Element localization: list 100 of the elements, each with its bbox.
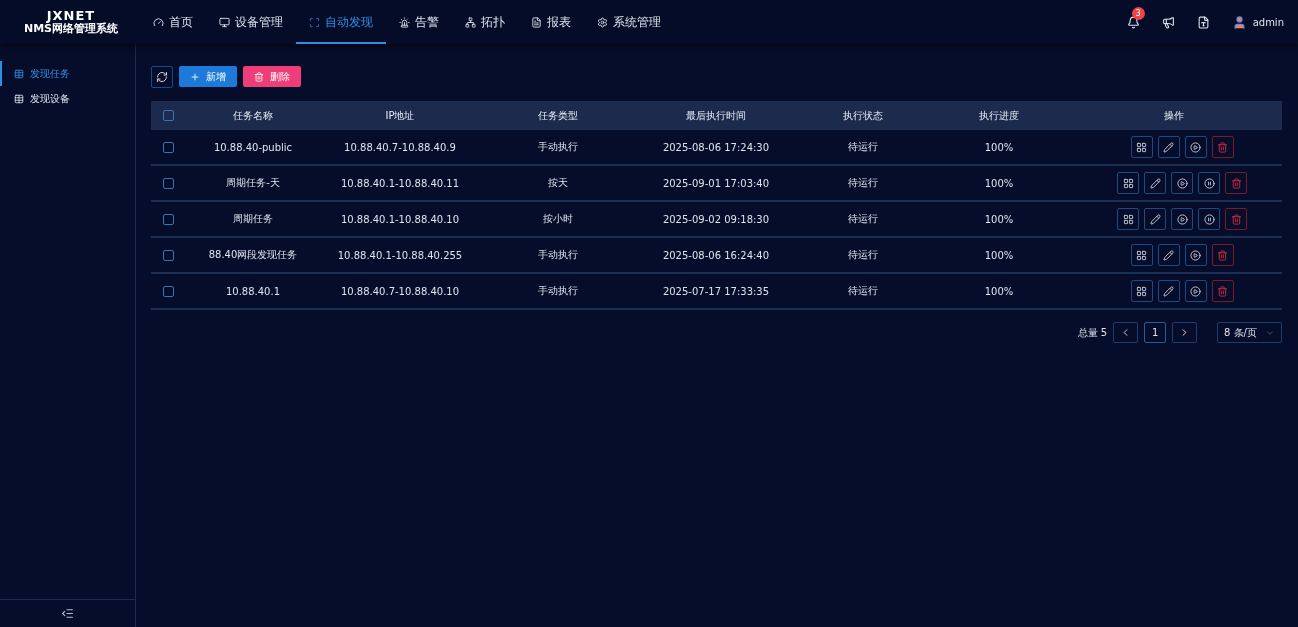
pause-icon [1203,177,1215,189]
page-size-select[interactable]: 8 条/页 [1217,322,1282,343]
pause-button[interactable] [1198,208,1220,230]
table-cell-text: 手动执行 [537,248,579,262]
row-checkbox[interactable] [162,141,174,153]
table-cell-text: 100% [983,249,1015,261]
grid-button[interactable] [1130,244,1153,266]
nav-tab[interactable]: 拓扑 [452,0,518,44]
edit-button[interactable] [1144,208,1166,230]
table-cell-text: 100% [983,213,1015,225]
scan-icon [309,16,320,28]
table-cell-text: 2025-09-02 09:18:30 [661,213,771,225]
nav-tab[interactable]: 系统管理 [584,0,674,44]
table-cell-text: 待运行 [847,284,879,298]
table-cell-text: 按小时 [542,212,574,226]
pencil-icon [1149,213,1161,225]
edit-button[interactable] [1144,172,1166,194]
table-cell-text: 10.88.40.7-10.88.40.10 [339,285,461,297]
column-header: 操作 [1163,108,1185,123]
delete-button[interactable] [1211,280,1234,302]
table-cell-text: 待运行 [847,248,879,262]
select-all-checkbox[interactable] [162,110,174,121]
settings-icon [597,16,608,28]
delete-button[interactable] [1225,172,1247,194]
run-button[interactable] [1171,208,1193,230]
row-checkbox[interactable] [162,249,174,261]
table-cell-text: 手动执行 [537,284,579,298]
table-cell-text: 按天 [547,176,569,190]
refresh-button[interactable] [151,66,173,88]
edit-button[interactable] [1157,136,1180,158]
network-icon [465,16,476,28]
trash-icon [254,71,264,82]
grid-icon [1136,249,1147,261]
column-header: 执行状态 [842,108,884,123]
megaphone-icon[interactable] [1161,15,1175,29]
user-name[interactable]: admin [1252,16,1284,28]
logo-title: JXNET [46,8,96,22]
table-cell-text: 10.88.40.7-10.88.40.9 [343,141,457,153]
table-cell-text: 88.40网段发现任务 [207,248,299,262]
grid-icon [1136,141,1147,153]
edit-button[interactable] [1157,244,1180,266]
nav-tab[interactable]: 报表 [518,0,584,44]
sidebar-item[interactable]: 发现任务 [0,61,135,86]
trash-icon [1217,285,1228,297]
collapse-icon[interactable] [61,607,74,620]
table-cell-text: 2025-09-01 17:03:40 [661,177,771,189]
pencil-icon [1163,285,1174,297]
column-header: 执行进度 [978,108,1020,123]
sidebar-item[interactable]: 发现设备 [0,86,135,111]
run-button[interactable] [1184,244,1207,266]
pencil-icon [1163,249,1174,261]
grid-button[interactable] [1117,172,1139,194]
pause-button[interactable] [1198,172,1220,194]
add-button[interactable]: 新增 [179,66,237,87]
user-avatar-icon [1231,14,1247,30]
run-button[interactable] [1171,172,1193,194]
row-checkbox[interactable] [162,285,174,297]
monitor-icon [219,16,230,28]
grid-icon [1136,285,1147,297]
delete-button[interactable] [1225,208,1247,230]
trash-icon [1217,141,1228,153]
nav-tab[interactable]: 自动发现 [296,0,386,44]
edit-button[interactable] [1157,280,1180,302]
row-checkbox[interactable] [162,213,174,225]
delete-button[interactable]: 删除 [243,66,301,87]
nav-tab[interactable]: 告警 [386,0,452,44]
total-count: 总量 5 [1077,325,1108,340]
table-cell-text: 2025-08-06 17:24:30 [661,141,771,153]
delete-button[interactable] [1211,244,1234,266]
grid-button[interactable] [1130,280,1153,302]
pencil-icon [1149,177,1161,189]
table-cell-text: 手动执行 [537,140,579,154]
row-checkbox[interactable] [162,177,174,189]
page-button[interactable]: 1 [1144,322,1167,343]
trash-icon [1230,213,1242,225]
run-button[interactable] [1184,136,1207,158]
table-cell-text: 2025-08-06 16:24:40 [661,249,771,261]
document-icon [531,16,542,28]
delete-button[interactable] [1211,136,1234,158]
refresh-icon [156,71,168,83]
play-icon [1190,285,1201,297]
grid-icon [1122,177,1134,189]
run-button[interactable] [1184,280,1207,302]
trash-icon [1217,249,1228,261]
table-icon [14,68,24,79]
play-icon [1190,141,1201,153]
nav-tab[interactable]: 设备管理 [206,0,296,44]
grid-button[interactable] [1117,208,1139,230]
gauge-icon [153,16,164,28]
nav-tab[interactable]: 首页 [140,0,206,44]
column-header: 任务名称 [232,108,274,123]
pause-icon [1203,213,1215,225]
bell-icon[interactable] [1126,15,1140,29]
pencil-icon [1163,141,1174,153]
grid-button[interactable] [1130,136,1153,158]
trash-icon [1230,177,1242,189]
table-cell-text: 10.88.40.1 [224,285,282,297]
table-cell-text: 100% [983,141,1015,153]
document-icon[interactable] [1196,15,1210,29]
column-header: 最后执行时间 [685,108,747,123]
